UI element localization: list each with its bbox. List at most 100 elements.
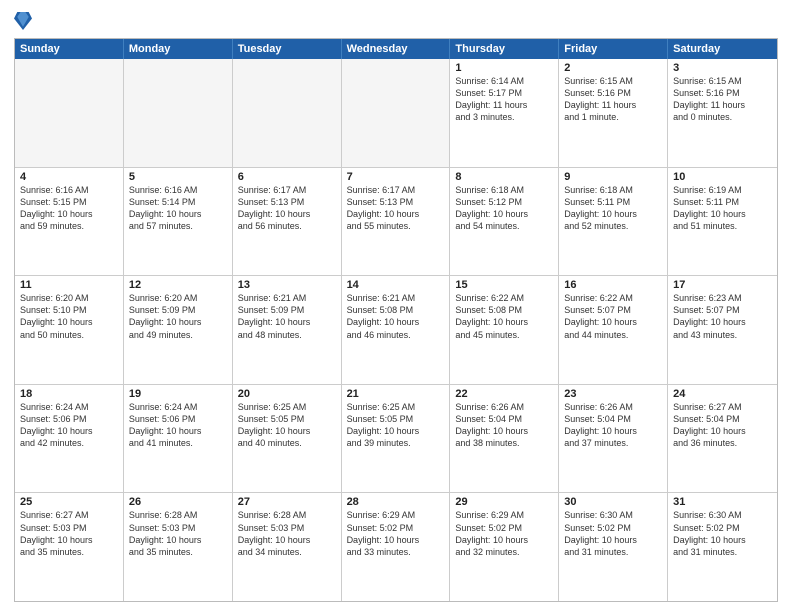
day-info: Sunrise: 6:15 AMSunset: 5:16 PMDaylight:…	[673, 75, 772, 124]
calendar-cell: 11Sunrise: 6:20 AMSunset: 5:10 PMDayligh…	[15, 276, 124, 384]
day-info: Sunrise: 6:16 AMSunset: 5:15 PMDaylight:…	[20, 184, 118, 233]
calendar-cell: 26Sunrise: 6:28 AMSunset: 5:03 PMDayligh…	[124, 493, 233, 601]
day-number: 1	[455, 62, 553, 74]
day-info: Sunrise: 6:20 AMSunset: 5:10 PMDaylight:…	[20, 292, 118, 341]
day-number: 15	[455, 279, 553, 291]
calendar-row-5: 25Sunrise: 6:27 AMSunset: 5:03 PMDayligh…	[15, 492, 777, 601]
day-info: Sunrise: 6:28 AMSunset: 5:03 PMDaylight:…	[129, 509, 227, 558]
calendar-cell: 29Sunrise: 6:29 AMSunset: 5:02 PMDayligh…	[450, 493, 559, 601]
calendar-cell: 10Sunrise: 6:19 AMSunset: 5:11 PMDayligh…	[668, 168, 777, 276]
calendar-row-4: 18Sunrise: 6:24 AMSunset: 5:06 PMDayligh…	[15, 384, 777, 493]
calendar-cell: 8Sunrise: 6:18 AMSunset: 5:12 PMDaylight…	[450, 168, 559, 276]
day-info: Sunrise: 6:28 AMSunset: 5:03 PMDaylight:…	[238, 509, 336, 558]
header-cell-tuesday: Tuesday	[233, 39, 342, 59]
day-info: Sunrise: 6:18 AMSunset: 5:12 PMDaylight:…	[455, 184, 553, 233]
day-info: Sunrise: 6:18 AMSunset: 5:11 PMDaylight:…	[564, 184, 662, 233]
day-info: Sunrise: 6:27 AMSunset: 5:04 PMDaylight:…	[673, 401, 772, 450]
day-number: 21	[347, 388, 445, 400]
calendar-cell: 16Sunrise: 6:22 AMSunset: 5:07 PMDayligh…	[559, 276, 668, 384]
day-number: 18	[20, 388, 118, 400]
day-number: 28	[347, 496, 445, 508]
day-info: Sunrise: 6:16 AMSunset: 5:14 PMDaylight:…	[129, 184, 227, 233]
calendar-cell: 18Sunrise: 6:24 AMSunset: 5:06 PMDayligh…	[15, 385, 124, 493]
day-number: 25	[20, 496, 118, 508]
day-info: Sunrise: 6:25 AMSunset: 5:05 PMDaylight:…	[238, 401, 336, 450]
calendar-cell: 13Sunrise: 6:21 AMSunset: 5:09 PMDayligh…	[233, 276, 342, 384]
calendar-cell: 19Sunrise: 6:24 AMSunset: 5:06 PMDayligh…	[124, 385, 233, 493]
day-number: 12	[129, 279, 227, 291]
day-number: 4	[20, 171, 118, 183]
day-number: 14	[347, 279, 445, 291]
day-info: Sunrise: 6:22 AMSunset: 5:08 PMDaylight:…	[455, 292, 553, 341]
day-number: 19	[129, 388, 227, 400]
day-number: 8	[455, 171, 553, 183]
day-number: 5	[129, 171, 227, 183]
day-number: 20	[238, 388, 336, 400]
page: SundayMondayTuesdayWednesdayThursdayFrid…	[0, 0, 792, 612]
calendar-cell: 27Sunrise: 6:28 AMSunset: 5:03 PMDayligh…	[233, 493, 342, 601]
calendar-cell: 21Sunrise: 6:25 AMSunset: 5:05 PMDayligh…	[342, 385, 451, 493]
day-info: Sunrise: 6:17 AMSunset: 5:13 PMDaylight:…	[238, 184, 336, 233]
calendar-cell: 5Sunrise: 6:16 AMSunset: 5:14 PMDaylight…	[124, 168, 233, 276]
calendar-cell: 31Sunrise: 6:30 AMSunset: 5:02 PMDayligh…	[668, 493, 777, 601]
calendar-cell: 4Sunrise: 6:16 AMSunset: 5:15 PMDaylight…	[15, 168, 124, 276]
header-cell-friday: Friday	[559, 39, 668, 59]
calendar-cell	[342, 59, 451, 167]
day-info: Sunrise: 6:21 AMSunset: 5:08 PMDaylight:…	[347, 292, 445, 341]
calendar-cell: 1Sunrise: 6:14 AMSunset: 5:17 PMDaylight…	[450, 59, 559, 167]
calendar-cell: 25Sunrise: 6:27 AMSunset: 5:03 PMDayligh…	[15, 493, 124, 601]
day-info: Sunrise: 6:15 AMSunset: 5:16 PMDaylight:…	[564, 75, 662, 124]
header	[14, 10, 778, 32]
day-info: Sunrise: 6:14 AMSunset: 5:17 PMDaylight:…	[455, 75, 553, 124]
calendar-cell: 7Sunrise: 6:17 AMSunset: 5:13 PMDaylight…	[342, 168, 451, 276]
calendar-cell: 28Sunrise: 6:29 AMSunset: 5:02 PMDayligh…	[342, 493, 451, 601]
day-info: Sunrise: 6:19 AMSunset: 5:11 PMDaylight:…	[673, 184, 772, 233]
day-number: 31	[673, 496, 772, 508]
day-number: 13	[238, 279, 336, 291]
calendar-cell	[233, 59, 342, 167]
day-number: 9	[564, 171, 662, 183]
day-info: Sunrise: 6:20 AMSunset: 5:09 PMDaylight:…	[129, 292, 227, 341]
calendar-cell: 6Sunrise: 6:17 AMSunset: 5:13 PMDaylight…	[233, 168, 342, 276]
calendar-cell: 14Sunrise: 6:21 AMSunset: 5:08 PMDayligh…	[342, 276, 451, 384]
day-info: Sunrise: 6:21 AMSunset: 5:09 PMDaylight:…	[238, 292, 336, 341]
day-info: Sunrise: 6:29 AMSunset: 5:02 PMDaylight:…	[455, 509, 553, 558]
calendar-cell: 24Sunrise: 6:27 AMSunset: 5:04 PMDayligh…	[668, 385, 777, 493]
day-info: Sunrise: 6:24 AMSunset: 5:06 PMDaylight:…	[129, 401, 227, 450]
day-info: Sunrise: 6:29 AMSunset: 5:02 PMDaylight:…	[347, 509, 445, 558]
day-number: 23	[564, 388, 662, 400]
day-info: Sunrise: 6:23 AMSunset: 5:07 PMDaylight:…	[673, 292, 772, 341]
day-info: Sunrise: 6:24 AMSunset: 5:06 PMDaylight:…	[20, 401, 118, 450]
day-number: 17	[673, 279, 772, 291]
day-number: 2	[564, 62, 662, 74]
day-info: Sunrise: 6:17 AMSunset: 5:13 PMDaylight:…	[347, 184, 445, 233]
day-number: 24	[673, 388, 772, 400]
day-number: 6	[238, 171, 336, 183]
calendar-cell	[124, 59, 233, 167]
day-number: 29	[455, 496, 553, 508]
header-cell-sunday: Sunday	[15, 39, 124, 59]
header-cell-thursday: Thursday	[450, 39, 559, 59]
calendar-cell: 30Sunrise: 6:30 AMSunset: 5:02 PMDayligh…	[559, 493, 668, 601]
calendar-cell: 23Sunrise: 6:26 AMSunset: 5:04 PMDayligh…	[559, 385, 668, 493]
calendar-cell: 22Sunrise: 6:26 AMSunset: 5:04 PMDayligh…	[450, 385, 559, 493]
calendar: SundayMondayTuesdayWednesdayThursdayFrid…	[14, 38, 778, 602]
day-number: 11	[20, 279, 118, 291]
day-number: 30	[564, 496, 662, 508]
header-cell-saturday: Saturday	[668, 39, 777, 59]
calendar-cell: 3Sunrise: 6:15 AMSunset: 5:16 PMDaylight…	[668, 59, 777, 167]
calendar-cell: 20Sunrise: 6:25 AMSunset: 5:05 PMDayligh…	[233, 385, 342, 493]
calendar-cell: 12Sunrise: 6:20 AMSunset: 5:09 PMDayligh…	[124, 276, 233, 384]
day-number: 16	[564, 279, 662, 291]
calendar-cell: 9Sunrise: 6:18 AMSunset: 5:11 PMDaylight…	[559, 168, 668, 276]
logo-icon	[14, 10, 32, 32]
calendar-cell: 15Sunrise: 6:22 AMSunset: 5:08 PMDayligh…	[450, 276, 559, 384]
day-number: 10	[673, 171, 772, 183]
day-info: Sunrise: 6:30 AMSunset: 5:02 PMDaylight:…	[673, 509, 772, 558]
day-info: Sunrise: 6:26 AMSunset: 5:04 PMDaylight:…	[455, 401, 553, 450]
calendar-row-3: 11Sunrise: 6:20 AMSunset: 5:10 PMDayligh…	[15, 275, 777, 384]
day-info: Sunrise: 6:27 AMSunset: 5:03 PMDaylight:…	[20, 509, 118, 558]
day-number: 22	[455, 388, 553, 400]
header-cell-wednesday: Wednesday	[342, 39, 451, 59]
day-info: Sunrise: 6:22 AMSunset: 5:07 PMDaylight:…	[564, 292, 662, 341]
